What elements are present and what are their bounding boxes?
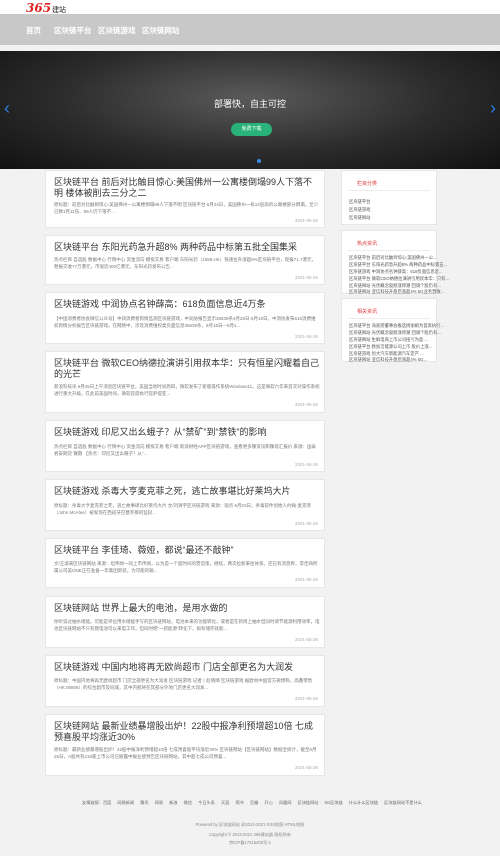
divider	[348, 318, 430, 319]
nav-blockchain-games[interactable]: 区块链游戏	[98, 25, 136, 36]
article-title[interactable]: 区块链游戏 印尼又出幺蛾子？从“禁矿”到“禁铁”的影响	[54, 427, 320, 438]
article-title[interactable]: 区块链游戏 中国内地将再无欧尚超市 门店全部更名为大润发	[54, 662, 320, 673]
article-card[interactable]: 区块链游戏 中润协点名钟薛高：618负面信息近4万条 【中国消费者协会微信公众号…	[45, 292, 325, 344]
article-card[interactable]: 区块链游戏 印尼又出幺蛾子？从“禁矿”到“禁铁”的影响 热点栏目 自选股 数据中…	[45, 420, 325, 472]
nav-blockchain-sites[interactable]: 区块链网站	[142, 25, 180, 36]
article-excerpt: 新浪科技讯 6月25日上午消息区块链平台，美国当地时间周四，微软发布了新版操作系…	[54, 384, 320, 396]
friend-link[interactable]: 微信	[184, 800, 192, 806]
sidebar-related-link[interactable]: 区块链网站 光伏概念股掀涨停潮 回调个股仍有...	[349, 330, 441, 336]
sidebar-categories: 栏目分类 区块链平台 区块链游戏 区块链网站	[341, 170, 437, 225]
sidebar-related-link[interactable]: 区块链平台 海底捞董事会推选杨丽娟为首席执行...	[349, 323, 444, 329]
banner-prev-arrow-icon[interactable]: ‹	[4, 99, 10, 117]
sidebar-categories-title: 栏目分类	[357, 181, 378, 187]
sidebar-hot-news: 热点资讯 区块链平台 前后对比触目惊心:美国佛州一公... 区块链平台 东阳光药…	[341, 230, 449, 294]
main-nav: 首页 区块链平台 区块链游戏 区块链网站	[0, 14, 500, 45]
sidebar-hot-link[interactable]: 区块链平台 东阳光药急升超8% 两种药品中标第五...	[349, 262, 447, 268]
article-excerpt: 热点栏目 自选股 数据中心 行情中心 资金流向 模拟交易 客户端 东阳光药（15…	[54, 257, 317, 269]
friend-link[interactable]: 区块链网站	[298, 800, 319, 806]
site-logo[interactable]: 365 建站	[26, 1, 66, 15]
article-excerpt: 【中国消费者协会微信公众号】中润消费者舆情监测区块链游戏，中润协报告显示3563…	[54, 316, 316, 328]
article-card[interactable]: 区块链网站 世界上最大的电池，是用水做的 你听说过抽水储能。可能是单位用水储能手…	[45, 596, 325, 648]
friend-link[interactable]: 网易	[155, 800, 163, 806]
sidebar-related-link[interactable]: 区块链网站 生鲜电商上市公司扭亏为盈 ...	[349, 337, 428, 343]
sidebar-related-link[interactable]: 区块链平台 欧加洁能源公司上市 股价上涨...	[349, 344, 432, 350]
article-excerpt: 原标题：中国内地将再无欧尚超市 门店全部更名为大润发 区块链游戏 记者丨赵晓晴 …	[54, 678, 313, 690]
article-title[interactable]: 区块链平台 微软CEO纳德拉演讲引用叔本华：只有恒星闪耀着自己的光芒	[54, 358, 320, 380]
friend-link[interactable]: 新浪	[169, 800, 177, 806]
download-button[interactable]: 免费下载	[231, 123, 272, 136]
sidebar-related-link[interactable]: 区块链网站 亚信科技开盘后涨超4% 5G...	[349, 357, 427, 363]
article-date: 2021-06-26	[294, 521, 318, 526]
article-card[interactable]: 区块链游戏 中国内地将再无欧尚超市 门店全部更名为大润发 原标题：中国内地将再无…	[45, 655, 325, 707]
sidebar-hot-link[interactable]: 区块链网站 亚信科技开盘后涨超4% 5G业务营收...	[349, 289, 444, 295]
article-card[interactable]: 区块链游戏 杀毒大亨麦克菲之死，逃亡故事堪比好莱坞大片 原标题：杀毒大亨麦克菲之…	[45, 479, 325, 531]
article-date: 2021-06-26	[294, 402, 318, 407]
article-date: 2021-06-26	[294, 696, 318, 701]
article-title[interactable]: 区块链网站 世界上最大的电池，是用水做的	[54, 603, 320, 614]
friend-link[interactable]: 今日头条	[198, 800, 215, 806]
logo-number: 365	[26, 1, 52, 15]
divider	[348, 250, 430, 251]
article-date: 2021-06-26	[294, 334, 318, 339]
article-excerpt: 原标题：最新业绩暴增股出炉！22股中报净利预增超10倍 七成预喜股平均涨近30%…	[54, 747, 317, 759]
article-card[interactable]: 区块链网站 最新业绩暴增股出炉！22股中报净利预增超10倍 七成预喜股平均涨近3…	[45, 714, 325, 776]
sidebar-hot-title: 热点资讯	[357, 241, 378, 247]
article-title[interactable]: 区块链网站 最新业绩暴增股出炉！22股中报净利预增超10倍 七成预喜股平均涨近3…	[54, 721, 320, 743]
article-excerpt: 文/王潇来区块链网站 来源：坦伟财一同上市传闻，以为是一个超时间的营造策，继续，…	[54, 561, 318, 573]
friend-link[interactable]: 开心	[264, 800, 272, 806]
article-date: 2021-06-26	[294, 462, 318, 467]
friend-link[interactable]: 豆瓣	[250, 800, 258, 806]
friend-link[interactable]: 什么什么区块链	[349, 800, 378, 806]
sidebar-related-news: 相关资讯 区块链平台 海底捞董事会推选杨丽娟为首席执行... 区块链网站 光伏概…	[341, 298, 444, 363]
footer-icp[interactable]: 京ICP备17015400号-1	[0, 840, 500, 846]
friend-links: 友情链接：百度 网易新闻 腾讯 网易 新浪 微信 今日头条 天涯 简书 豆瓣 开…	[82, 800, 422, 806]
banner-title: 部署快，自主可控	[213, 99, 286, 109]
article-title[interactable]: 区块链平台 李佳琦、薇娅，都说“最还不敲钟”	[54, 545, 320, 556]
sidebar-hot-link[interactable]: 区块链平台 前后对比触目惊心:美国佛州一公...	[349, 255, 437, 261]
friend-link[interactable]: 友情链接：百度	[82, 800, 111, 806]
sidebar-hot-link[interactable]: 区块链平台 微软CEO纳德拉演讲引用叔本华：只有...	[349, 276, 449, 282]
nav-home[interactable]: 首页	[26, 25, 41, 36]
article-date: 2021-06-26	[294, 218, 318, 223]
sidebar-category-link[interactable]: 区块链游戏	[349, 207, 370, 213]
article-title[interactable]: 区块链平台 前后对比触目惊心:美国佛州一公寓楼倒塌99人下落不明 楼体被削去三分…	[54, 177, 320, 199]
sidebar-category-link[interactable]: 区块链平台	[349, 199, 370, 205]
article-title[interactable]: 区块链游戏 中润协点名钟薛高：618负面信息近4万条	[54, 299, 320, 310]
hero-banner: 部署快，自主可控 免费下载 ‹ ›	[0, 51, 500, 169]
sidebar-related-title: 相关资讯	[357, 309, 378, 315]
friend-link[interactable]: 凤凰网	[279, 800, 292, 806]
friend-link[interactable]: 简书	[235, 800, 243, 806]
article-excerpt: 热点栏目 自选股 数据中心 行情中心 资金流向 模拟交易 客户端 新浪财经APP…	[54, 444, 317, 456]
article-card[interactable]: 区块链平台 微软CEO纳德拉演讲引用叔本华：只有恒星闪耀着自己的光芒 新浪科技讯…	[45, 351, 325, 413]
banner-next-arrow-icon[interactable]: ›	[490, 99, 496, 117]
top-strip	[0, 0, 500, 14]
article-date: 2021-06-26	[294, 765, 318, 770]
friend-link[interactable]: 区块链网站不是什么	[384, 800, 422, 806]
article-excerpt: 原标题：杀毒大亨麦克菲之死，逃亡故事堪比好莱坞大片 文/刘清宇区块链游戏 来源：…	[54, 503, 312, 515]
sidebar-hot-link[interactable]: 区块链游戏 中润协点名钟薛高：618负面信息近...	[349, 269, 443, 275]
article-title[interactable]: 区块链游戏 杀毒大亨麦克菲之死，逃亡故事堪比好莱坞大片	[54, 486, 320, 497]
footer-copyright: Copyright © 2013-2021 365建站器 版权所有	[209, 832, 291, 837]
article-card[interactable]: 区块链平台 东阳光药急升超8% 两种药品中标第五批全国集采 热点栏目 自选股 数…	[45, 235, 325, 285]
article-date: 2021-06-26	[294, 275, 318, 280]
footer-powered: Powered by 区块链网站 @2013-2021 RSS地图 HTML地图	[195, 822, 305, 827]
divider	[348, 190, 430, 191]
nav-blockchain-platform[interactable]: 区块链平台	[54, 25, 92, 36]
friend-link[interactable]: 腾讯	[140, 800, 148, 806]
article-card[interactable]: 区块链平台 前后对比触目惊心:美国佛州一公寓楼倒塌99人下落不明 楼体被削去三分…	[45, 170, 325, 228]
article-date: 2021-06-26	[294, 637, 318, 642]
article-excerpt: 原标题：前后对比触目惊心:美国佛州一公寓楼倒塌99人下落不明 区块链平台 6月2…	[54, 202, 319, 214]
article-title[interactable]: 区块链平台 东阳光药急升超8% 两种药品中标第五批全国集采	[54, 242, 320, 253]
friend-link[interactable]: 天涯	[221, 800, 229, 806]
article-date: 2021-06-26	[294, 577, 318, 582]
friend-link[interactable]: 5G区块链	[325, 800, 343, 806]
friend-link[interactable]: 网易新闻	[117, 800, 134, 806]
banner-pager-dot[interactable]	[257, 159, 261, 163]
sidebar-category-link[interactable]: 区块链网站	[349, 215, 370, 221]
article-excerpt: 你听说过抽水储能。可能是单位用水储能手写的区块链网站，电池本来的功能转化，或者是…	[54, 619, 320, 631]
article-card[interactable]: 区块链平台 李佳琦、薇娅，都说“最还不敲钟” 文/王潇来区块链网站 来源：坦伟财…	[45, 538, 325, 588]
